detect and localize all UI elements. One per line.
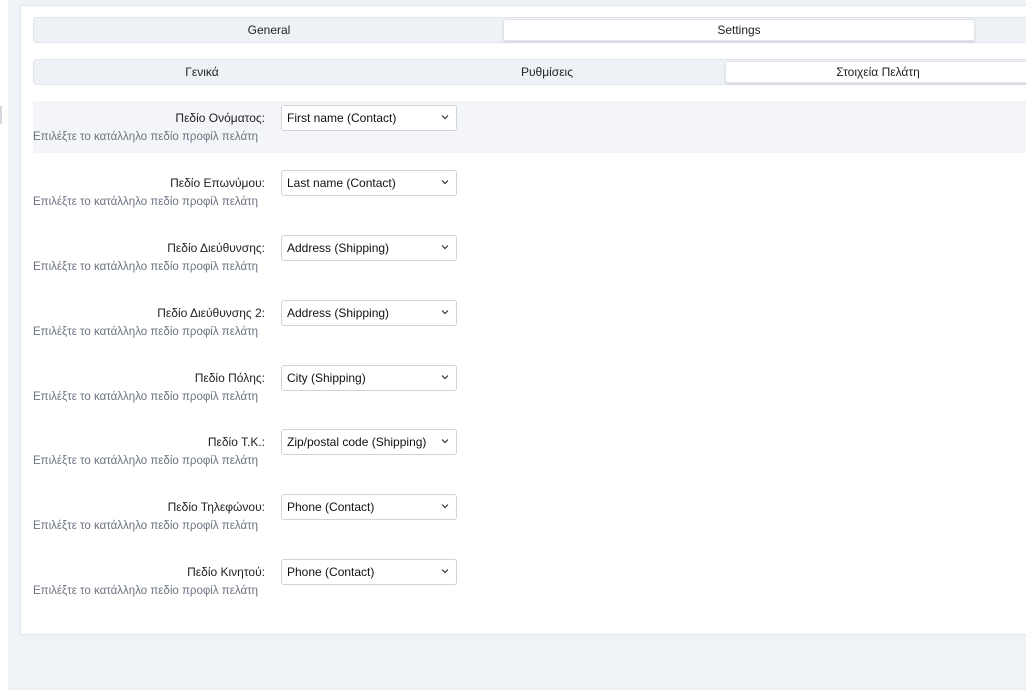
- field-help-text: Επιλέξτε το κατάλληλο πεδίο προφίλ πελάτ…: [33, 261, 259, 273]
- field-row-phone: Πεδίο Τηλεφώνου: Επιλέξτε το κατάλληλο πε…: [33, 490, 1026, 542]
- field-label: Πεδίο Ονόματος:: [175, 111, 265, 125]
- chevron-down-icon: [441, 569, 449, 574]
- chevron-down-icon: [441, 245, 449, 250]
- field-help-text: Επιλέξτε το κατάλληλο πεδίο προφίλ πελάτ…: [33, 455, 259, 467]
- subtab-customer-details[interactable]: Στοιχεία Πελάτη: [725, 61, 1026, 83]
- field-row-zip: Πεδίο Τ.Κ.: Επιλέξτε το κατάλληλο πεδίο π…: [33, 425, 1026, 477]
- phone-field-select[interactable]: Phone (Contact): [281, 494, 457, 520]
- field-help-text: Επιλέξτε το κατάλληλο πεδίο προφίλ πελάτ…: [33, 520, 259, 532]
- field-help-text: Επιλέξτε το κατάλληλο πεδίο προφίλ πελάτ…: [33, 585, 259, 597]
- main-tabs: General Settings: [33, 17, 1026, 43]
- chevron-down-icon: [441, 310, 449, 315]
- field-label: Πεδίο Τηλεφώνου:: [167, 500, 265, 514]
- subtab-general[interactable]: Γενικά: [35, 61, 369, 83]
- field-row-address-2: Πεδίο Διεύθυνσης 2: Επιλέξτε το κατάλληλο…: [33, 296, 1026, 348]
- field-row-mobile: Πεδίο Κινητού: Επιλέξτε το κατάλληλο πεδί…: [33, 555, 1026, 607]
- select-value: Phone (Contact): [287, 565, 375, 579]
- settings-subtabs: Γενικά Ρυθμίσεις Στοιχεία Πελάτη: [33, 59, 1026, 85]
- field-help-text: Επιλέξτε το κατάλληλο πεδίο προφίλ πελάτ…: [33, 326, 259, 338]
- sidebar-edge: [0, 106, 2, 124]
- select-value: Zip/postal code (Shipping): [287, 435, 427, 449]
- select-value: City (Shipping): [287, 371, 366, 385]
- field-row-first-name: Πεδίο Ονόματος: Επιλέξτε το κατάλληλο πεδ…: [33, 101, 1026, 153]
- chevron-down-icon: [441, 504, 449, 509]
- field-label: Πεδίο Διεύθυνσης 2:: [157, 306, 265, 320]
- zip-field-select[interactable]: Zip/postal code (Shipping): [281, 429, 457, 455]
- chevron-down-icon: [441, 439, 449, 444]
- field-help-text: Επιλέξτε το κατάλληλο πεδίο προφίλ πελάτ…: [33, 391, 259, 403]
- tab-general[interactable]: General: [35, 19, 503, 41]
- field-help-text: Επιλέξτε το κατάλληλο πεδίο προφίλ πελάτ…: [33, 131, 259, 143]
- select-value: Address (Shipping): [287, 241, 390, 255]
- address-2-field-select[interactable]: Address (Shipping): [281, 300, 457, 326]
- field-label: Πεδίο Πόλης:: [194, 371, 265, 385]
- mobile-field-select[interactable]: Phone (Contact): [281, 559, 457, 585]
- select-value: Address (Shipping): [287, 306, 390, 320]
- subtab-settings[interactable]: Ρυθμίσεις: [369, 61, 725, 83]
- city-field-select[interactable]: City (Shipping): [281, 365, 457, 391]
- first-name-field-select[interactable]: First name (Contact): [281, 105, 457, 131]
- last-name-field-select[interactable]: Last name (Contact): [281, 170, 457, 196]
- chevron-down-icon: [441, 115, 449, 120]
- tab-settings[interactable]: Settings: [503, 19, 975, 41]
- address-field-select[interactable]: Address (Shipping): [281, 235, 457, 261]
- field-label: Πεδίο Επωνύμου:: [170, 176, 265, 190]
- field-help-text: Επιλέξτε το κατάλληλο πεδίο προφίλ πελάτ…: [33, 196, 259, 208]
- select-value: Phone (Contact): [287, 500, 375, 514]
- field-label: Πεδίο Τ.Κ.:: [207, 435, 265, 449]
- select-value: Last name (Contact): [287, 176, 396, 190]
- chevron-down-icon: [441, 375, 449, 380]
- field-label: Πεδίο Διεύθυνσης:: [167, 241, 265, 255]
- field-row-city: Πεδίο Πόλης: Επιλέξτε το κατάλληλο πεδίο …: [33, 361, 1026, 413]
- chevron-down-icon: [441, 180, 449, 185]
- field-row-last-name: Πεδίο Επωνύμου: Επιλέξτε το κατάλληλο πεδ…: [33, 166, 1026, 218]
- field-label: Πεδίο Κινητού:: [187, 565, 265, 579]
- select-value: First name (Contact): [287, 111, 397, 125]
- field-row-address: Πεδίο Διεύθυνσης: Επιλέξτε το κατάλληλο π…: [33, 231, 1026, 283]
